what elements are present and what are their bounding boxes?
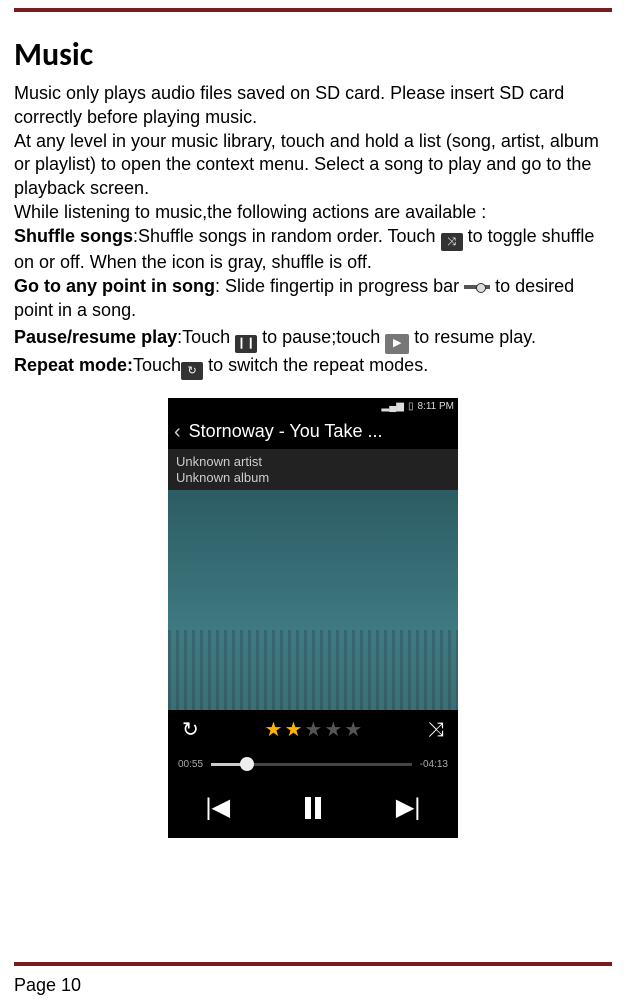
phone-screenshot: ▂▄▆ ▯ 8:11 PM ‹ Stornoway - You Take ...…: [168, 398, 458, 838]
song-title: Stornoway - You Take ...: [189, 420, 383, 444]
repeat-label: Repeat mode:: [14, 355, 133, 375]
repeat-button[interactable]: ↻: [182, 717, 199, 743]
time-elapsed: 00:55: [178, 758, 203, 771]
player-title-bar: ‹ Stornoway - You Take ...: [168, 416, 458, 450]
artist-name: Unknown artist: [176, 454, 450, 470]
paragraph-shuffle: Shuffle songs:Shuffle songs in random or…: [14, 225, 612, 275]
paragraph-repeat: Repeat mode:Touch↻ to switch the repeat …: [14, 354, 612, 380]
progress-track[interactable]: [211, 763, 412, 766]
back-button[interactable]: ‹: [174, 419, 181, 445]
progress-thumb[interactable]: [240, 757, 254, 771]
album-name: Unknown album: [176, 470, 450, 486]
playback-controls: |◀ ▶|: [168, 778, 458, 838]
paragraph-intro3: While listening to music,the following a…: [14, 201, 612, 225]
shuffle-icon: ⤨: [441, 233, 463, 251]
battery-icon: ▯: [408, 400, 414, 413]
pause-icon: ❙❙: [235, 335, 257, 353]
status-time: 8:11 PM: [418, 400, 455, 413]
star-icon[interactable]: ★: [344, 717, 362, 743]
time-remaining: -04:13: [420, 758, 448, 771]
song-meta: Unknown artist Unknown album: [168, 450, 458, 491]
paragraph-goto: Go to any point in song: Slide fingertip…: [14, 275, 612, 323]
paragraph-intro1: Music only plays audio files saved on SD…: [14, 82, 612, 130]
shuffle-label: Shuffle songs: [14, 226, 133, 246]
rating-row: ↻ ★ ★ ★ ★ ★ ⤨: [168, 710, 458, 750]
star-icon[interactable]: ★: [324, 717, 342, 743]
signal-icon: ▂▄▆: [382, 400, 404, 413]
star-icon[interactable]: ★: [284, 717, 302, 743]
shuffle-button[interactable]: ⤨: [428, 717, 444, 743]
paragraph-intro2: At any level in your music library, touc…: [14, 130, 612, 201]
page-number: Page 10: [14, 975, 81, 996]
document-body: Music Music only plays audio files saved…: [0, 12, 626, 838]
next-button[interactable]: ▶|: [396, 792, 421, 824]
bottom-divider: [14, 962, 612, 966]
pause-button[interactable]: [305, 797, 321, 819]
progress-row: 00:55 -04:13: [168, 750, 458, 778]
play-icon: ▶: [385, 334, 409, 354]
rating-stars[interactable]: ★ ★ ★ ★ ★: [265, 717, 363, 743]
star-icon[interactable]: ★: [304, 717, 322, 743]
pause-label: Pause/resume play: [14, 327, 177, 347]
previous-button[interactable]: |◀: [205, 792, 230, 824]
page-title: Music: [14, 34, 612, 76]
album-art: [168, 490, 458, 710]
goto-label: Go to any point in song: [14, 276, 215, 296]
star-icon[interactable]: ★: [265, 717, 283, 743]
repeat-icon: ↻: [181, 362, 203, 380]
status-bar: ▂▄▆ ▯ 8:11 PM: [168, 398, 458, 416]
progress-bar-icon: [464, 285, 490, 289]
paragraph-pause: Pause/resume play:Touch ❙❙ to pause;touc…: [14, 326, 612, 353]
